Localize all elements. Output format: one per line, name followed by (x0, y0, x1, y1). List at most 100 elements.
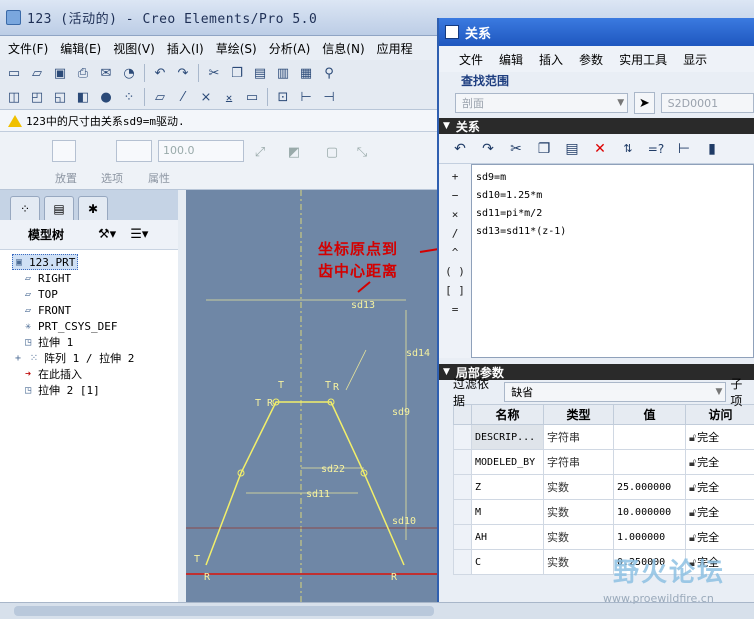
new-file-icon[interactable]: ▭ (4, 63, 24, 83)
relations-section-header[interactable]: ▼ 关系 (439, 118, 754, 134)
undo-icon[interactable]: ↶ (150, 63, 170, 83)
scrollbar-thumb[interactable] (14, 606, 434, 616)
zoom-in-icon[interactable]: ◱ (50, 87, 70, 107)
column-header-value[interactable]: 值 (613, 404, 686, 425)
param-name-cell[interactable]: AH (471, 524, 544, 550)
tree-item-front[interactable]: ▱ FRONT (12, 302, 179, 318)
operator-minus-button[interactable]: − (444, 187, 466, 204)
thicken-icon[interactable]: ▢ (322, 142, 342, 162)
operator-plus-button[interactable]: + (444, 168, 466, 185)
table-row[interactable]: M 实数 10.000000 🔓︎完全 (453, 499, 754, 525)
delete-icon[interactable]: ✕ (589, 138, 611, 160)
dim-sd11[interactable]: sd11 (306, 489, 330, 500)
menu-applications[interactable]: 应用程 (377, 40, 413, 57)
table-row[interactable]: MODELED_BY 字符串 🔓︎完全 (453, 449, 754, 475)
sort-icon[interactable]: ⊢ (673, 138, 695, 160)
redo-icon[interactable]: ↷ (173, 63, 193, 83)
operator-multiply-button[interactable]: × (444, 206, 466, 223)
operator-power-button[interactable]: ^ (444, 244, 466, 261)
tree-item-right[interactable]: ▱ RIGHT (12, 270, 179, 286)
table-row[interactable]: DESCRIP... 字符串 🔓︎完全 (453, 424, 754, 450)
send-icon[interactable]: ◔ (119, 63, 139, 83)
find-icon[interactable]: ⚲ (319, 63, 339, 83)
param-name-cell[interactable]: C (471, 549, 544, 575)
regenerate-icon[interactable]: ▦ (296, 63, 316, 83)
solid-toggle-button[interactable] (52, 140, 76, 162)
dim-sd9[interactable]: sd9 (392, 407, 410, 418)
evaluate-icon[interactable]: =? (645, 138, 667, 160)
copy-icon[interactable]: ❐ (533, 138, 555, 160)
thicken-flip-icon[interactable]: ⤡ (352, 142, 372, 162)
param-value-cell[interactable]: 25.000000 (613, 474, 686, 500)
redo-icon[interactable]: ↷ (477, 138, 499, 160)
dim-sd10[interactable]: sd10 (392, 516, 416, 527)
csys-toggle-icon[interactable]: ⨱ (219, 87, 239, 107)
favorites-tab-icon[interactable]: ✱ (78, 196, 108, 220)
relation-line[interactable]: sd11=pi*m/2 (476, 205, 749, 223)
operator-equals-button[interactable]: = (444, 301, 466, 318)
paste-icon[interactable]: ▤ (561, 138, 583, 160)
print-icon[interactable]: ⎙ (73, 63, 93, 83)
tree-settings-icon[interactable]: ⚒▾ (98, 227, 116, 242)
menu-edit[interactable]: 编辑(E) (60, 40, 101, 57)
scope-type-dropdown[interactable]: 剖面 ▼ (455, 93, 629, 113)
scope-item-field[interactable]: S2D0001 (660, 93, 754, 113)
param-value-cell[interactable] (613, 449, 686, 475)
cut-icon[interactable]: ✂ (505, 138, 527, 160)
param-value-cell[interactable]: 10.000000 (613, 499, 686, 525)
menu-info[interactable]: 信息(N) (322, 40, 364, 57)
datum-axis-toggle-icon[interactable]: ⁄ (173, 87, 193, 107)
copy-icon[interactable]: ❐ (227, 63, 247, 83)
undo-icon[interactable]: ↶ (449, 138, 471, 160)
rel-menu-show[interactable]: 显示 (683, 51, 707, 68)
paste-special-icon[interactable]: ▥ (273, 63, 293, 83)
menu-file[interactable]: 文件(F) (8, 40, 48, 57)
filter-dropdown[interactable]: 缺省 ▼ (504, 382, 727, 402)
menu-sketch[interactable]: 草绘(S) (216, 40, 257, 57)
menu-analysis[interactable]: 分析(A) (269, 40, 311, 57)
depth-option-dropdown[interactable] (116, 140, 152, 162)
dashboard-tab-placement[interactable]: 放置 (55, 170, 77, 186)
param-name-cell[interactable]: M (471, 499, 544, 525)
rel-menu-file[interactable]: 文件 (459, 51, 483, 68)
depth-value-field[interactable]: 100.0 (158, 140, 244, 162)
graphics-area[interactable]: sd13 sd14 sd9 sd22 sd11 sd10 T T T R R R… (186, 190, 440, 602)
table-row[interactable]: AH 实数 1.000000 🔓︎完全 (453, 524, 754, 550)
save-icon[interactable]: ▣ (50, 63, 70, 83)
cut-icon[interactable]: ✂ (204, 63, 224, 83)
menu-insert[interactable]: 插入(I) (167, 40, 204, 57)
rel-menu-insert[interactable]: 插入 (539, 51, 563, 68)
shade-icon[interactable]: ◧ (73, 87, 93, 107)
tree-item-extrude-1[interactable]: ◳ 拉伸 1 (12, 334, 179, 350)
email-icon[interactable]: ✉ (96, 63, 116, 83)
paste-icon[interactable]: ▤ (250, 63, 270, 83)
tree-item-pattern-1[interactable]: + ⁙ 阵列 1 / 拉伸 2 (12, 350, 179, 366)
dashboard-tab-properties[interactable]: 属性 (148, 170, 170, 186)
table-row[interactable]: Z 实数 25.000000 🔓︎完全 (453, 474, 754, 500)
dimension-tool-icon[interactable]: ⊢ (296, 87, 316, 107)
rel-menu-utilities[interactable]: 实用工具 (619, 51, 667, 68)
dashboard-tab-options[interactable]: 选项 (101, 170, 123, 186)
tree-item-top[interactable]: ▱ TOP (12, 286, 179, 302)
param-name-cell[interactable]: MODELED_BY (471, 449, 544, 475)
tree-item-csys[interactable]: ✳ PRT_CSYS_DEF (12, 318, 179, 334)
column-header-type[interactable]: 类型 (543, 404, 614, 425)
relation-line[interactable]: sd13=sd11*(z-1) (476, 223, 749, 241)
expand-plus-icon[interactable]: + (12, 353, 24, 364)
navigator-scrollbar[interactable] (178, 190, 186, 602)
relation-line[interactable]: sd10=1.25*m (476, 187, 749, 205)
tree-show-icon[interactable]: ☰▾ (130, 227, 148, 242)
operator-divide-button[interactable]: / (444, 225, 466, 242)
dim-sd22[interactable]: sd22 (321, 464, 345, 475)
surface-toggle-button[interactable] (80, 140, 104, 162)
relation-line[interactable]: sd9=m (476, 169, 749, 187)
open-folder-icon[interactable]: ▱ (27, 63, 47, 83)
layers-icon[interactable]: ⁘ (119, 87, 139, 107)
operator-brackets-button[interactable]: [ ] (444, 282, 466, 299)
verify-icon[interactable]: ▮ (701, 138, 723, 160)
rel-menu-parameters[interactable]: 参数 (579, 51, 603, 68)
operator-parens-button[interactable]: ( ) (444, 263, 466, 280)
datum-plane-toggle-icon[interactable]: ▱ (150, 87, 170, 107)
param-value-cell[interactable]: 1.000000 (613, 524, 686, 550)
datum-point-toggle-icon[interactable]: ⨯ (196, 87, 216, 107)
